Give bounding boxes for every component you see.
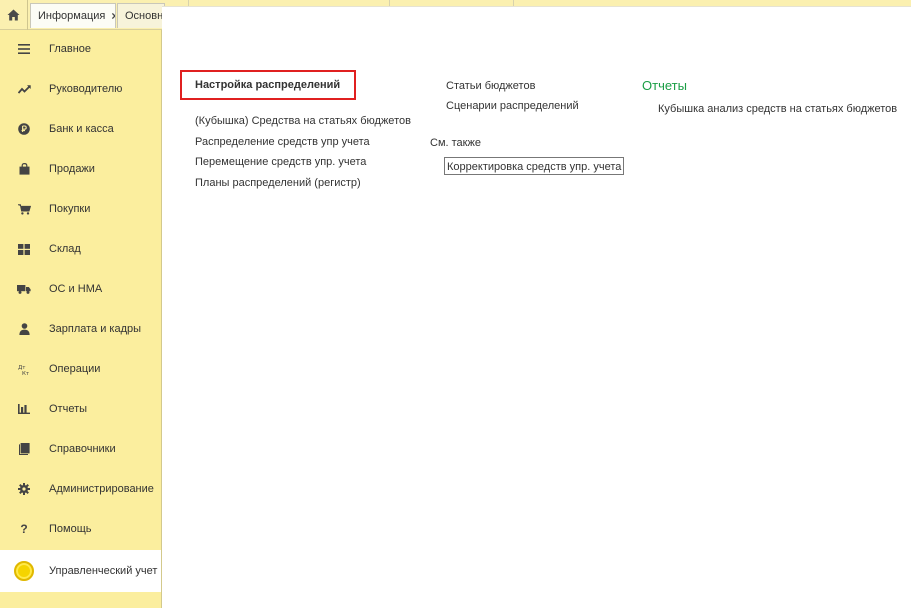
book-icon (0, 443, 48, 455)
sidebar-item-label: Зарплата и кадры (49, 323, 142, 335)
sidebar-item-label: Продажи (49, 163, 95, 175)
divider (512, 0, 514, 6)
bar-chart-icon (0, 404, 48, 414)
sidebar-item-reports[interactable]: Отчеты (0, 390, 161, 428)
sidebar-item-catalogs[interactable]: Справочники (0, 430, 161, 468)
sidebar-item-label: Главное (49, 43, 92, 55)
sidebar-item-manager[interactable]: Руководителю (0, 70, 161, 108)
sidebar-item-label: Справочники (49, 443, 116, 455)
tab-information-label: Информация (38, 10, 106, 22)
shopping-bag-icon (0, 163, 48, 175)
link-distribution-funds[interactable]: Распределение средств упр учета (195, 136, 370, 148)
home-icon (7, 9, 20, 21)
sidebar-item-label: Помощь (49, 523, 92, 535)
link-budget-analysis-report[interactable]: Кубышка анализ средств на статьях бюджет… (658, 103, 897, 115)
sidebar-item-main[interactable]: Главное (0, 30, 161, 68)
sidebar-item-operations[interactable]: Дт Кт Операции (0, 350, 161, 388)
sidebar-item-label: Склад (49, 243, 81, 255)
sidebar-item-purchases[interactable]: Покупки (0, 190, 161, 228)
debit-credit-icon: Дт Кт (0, 364, 48, 375)
divider (187, 0, 189, 6)
close-icon[interactable]: × (111, 9, 115, 23)
sidebar-item-label: Операции (49, 363, 101, 375)
link-budget-funds[interactable]: (Кубышка) Средства на статьях бюджетов (195, 115, 411, 127)
link-funds-correction-label: Корректировка средств упр. учета (447, 160, 622, 173)
svg-text:Кт: Кт (22, 370, 30, 374)
menu-lines-icon (0, 44, 48, 54)
link-transfer-funds[interactable]: Перемещение средств упр. учета (195, 156, 366, 168)
ruble-coin-icon (0, 123, 48, 135)
link-budget-items[interactable]: Статьи бюджетов (446, 80, 535, 92)
shopping-cart-icon (0, 203, 48, 215)
tab-main-label: Основно (125, 10, 165, 22)
warehouse-grid-icon (0, 243, 48, 255)
trend-line-icon (0, 84, 48, 94)
sidebar-item-management-accounting[interactable]: Управленческий учет (0, 550, 161, 592)
link-funds-correction[interactable]: Корректировка средств упр. учета (444, 157, 625, 175)
sidebar-item-label: Покупки (49, 203, 91, 215)
divider (388, 0, 390, 6)
sidebar-item-fixed-assets[interactable]: ОС и НМА (0, 270, 161, 308)
sidebar-item-label: Банк и касса (49, 123, 114, 135)
see-also-label: См. также (430, 137, 481, 149)
section-heading-label: Настройка распределений (195, 79, 341, 91)
link-distribution-plans[interactable]: Планы распределений (регистр) (195, 177, 361, 189)
sidebar-item-warehouse[interactable]: Склад (0, 230, 161, 268)
sidebar-item-sales[interactable]: Продажи (0, 150, 161, 188)
section-heading: Настройка распределений (180, 70, 356, 100)
sidebar-item-label: Отчеты (49, 403, 88, 415)
tab-main[interactable]: Основно (117, 3, 165, 28)
person-icon (0, 323, 48, 335)
sidebar-item-label: Управленческий учет (49, 565, 158, 577)
link-distribution-scenarios[interactable]: Сценарии распределений (446, 100, 579, 112)
reports-title: Отчеты (642, 78, 687, 93)
yellow-coin-icon (0, 561, 48, 581)
sidebar-item-bank[interactable]: Банк и касса (0, 110, 161, 148)
gear-icon (0, 483, 48, 495)
question-icon: ? (20, 522, 28, 536)
sidebar-item-help[interactable]: ? Помощь (0, 510, 161, 548)
home-button[interactable] (0, 0, 28, 30)
sidebar-item-payroll[interactable]: Зарплата и кадры (0, 310, 161, 348)
tab-information[interactable]: Информация × (30, 3, 116, 28)
sidebar-item-label: Администрирование (49, 483, 154, 495)
sidebar-item-administration[interactable]: Администрирование (0, 470, 161, 508)
sidebar: Главное Руководителю Банк и касса Продаж… (0, 30, 162, 608)
sidebar-item-label: ОС и НМА (49, 283, 103, 295)
truck-icon (0, 284, 48, 294)
sidebar-item-label: Руководителю (49, 83, 123, 95)
